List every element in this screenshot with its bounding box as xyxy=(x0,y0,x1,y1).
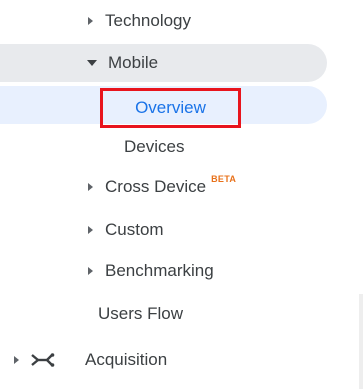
sidebar-item-label: Devices xyxy=(124,137,185,156)
sidebar-item-technology[interactable]: Technology xyxy=(0,2,330,40)
sidebar-item-custom[interactable]: Custom xyxy=(0,211,330,249)
caret-right-icon xyxy=(88,267,93,275)
sidebar-item-acquisition[interactable]: Acquisition xyxy=(0,341,360,379)
sidebar-item-label: Benchmarking xyxy=(105,261,214,280)
sidebar-nav: Technology Mobile Overview Devices Cross… xyxy=(0,0,363,389)
sidebar-item-label: Cross Device xyxy=(105,177,207,196)
caret-down-icon xyxy=(87,60,97,66)
sidebar-item-overview[interactable]: Overview xyxy=(100,88,241,128)
sidebar-item-label: Technology xyxy=(105,11,192,30)
sidebar-item-label: Acquisition xyxy=(85,350,168,369)
sidebar-item-mobile[interactable]: Mobile xyxy=(0,44,327,82)
sidebar-item-label: Users Flow xyxy=(98,304,184,323)
sidebar-item-label: Mobile xyxy=(108,53,159,72)
sidebar-item-benchmarking[interactable]: Benchmarking xyxy=(0,252,330,290)
beta-badge: BETA xyxy=(211,174,237,184)
acquisition-fork-icon xyxy=(31,353,55,367)
sidebar-item-label: Overview xyxy=(135,98,206,117)
caret-right-icon xyxy=(88,17,93,25)
sidebar-item-cross-device[interactable]: Cross Device BETA xyxy=(0,168,330,206)
sidebar-item-users-flow[interactable]: Users Flow xyxy=(0,295,330,333)
sidebar-item-label: Custom xyxy=(105,220,164,239)
sidebar-item-devices[interactable]: Devices xyxy=(0,128,330,166)
caret-right-icon xyxy=(88,183,93,191)
caret-right-icon xyxy=(14,356,19,364)
caret-right-icon xyxy=(88,226,93,234)
